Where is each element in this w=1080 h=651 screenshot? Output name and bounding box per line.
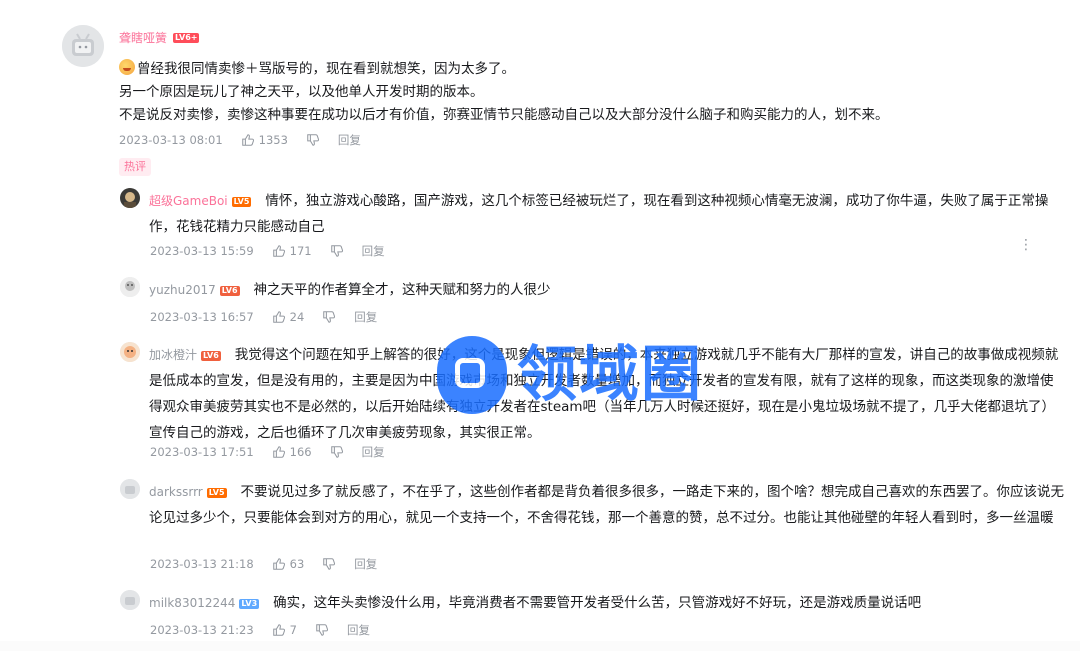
like-button[interactable]: 171	[272, 244, 312, 258]
comment-line: 另一个原因是玩儿了神之天平，以及他单人开发时期的版本。	[119, 84, 484, 100]
level-badge: LV5	[206, 488, 227, 498]
user-avatar-icon	[120, 342, 140, 362]
like-count: 24	[289, 310, 305, 324]
tv-mascot-icon	[120, 479, 140, 499]
hot-comment-tag: 热评	[119, 158, 151, 176]
reply-button[interactable]: 回复	[354, 556, 377, 572]
level-badge: LV3	[239, 599, 260, 609]
username[interactable]: 超级GameBoi	[149, 194, 228, 208]
avatar[interactable]	[120, 277, 140, 297]
username[interactable]: 聋瞎哑簧	[119, 29, 167, 46]
avatar[interactable]	[62, 25, 104, 67]
thumbs-up-icon	[272, 558, 285, 570]
reply-content: 情怀，独立游戏心酸路，国产游戏，这几个标签已经被玩烂了，现在看到这种视频心情毫无…	[149, 193, 1049, 235]
reply-button[interactable]: 回复	[354, 309, 377, 325]
thumbs-up-icon	[272, 311, 285, 323]
comment-date: 2023-03-13 08:01	[119, 133, 223, 147]
like-button[interactable]: 24	[272, 310, 305, 324]
reply-text: 加冰橙汁 LV6 我觉得这个问题在知乎上解答的很好，这个是现象但逻辑是错误的，本来独…	[149, 342, 1064, 446]
comment-date: 2023-03-13 16:57	[150, 310, 254, 324]
comment-meta: 2023-03-13 17:51 166 回复	[150, 444, 385, 460]
thumbs-up-icon	[272, 245, 285, 257]
avatar[interactable]	[120, 188, 140, 208]
level-badge: LV6+	[173, 32, 200, 43]
username[interactable]: 加冰橙汁	[149, 348, 197, 362]
dislike-button[interactable]	[315, 623, 329, 637]
dislike-button[interactable]	[330, 445, 344, 459]
thumbs-down-icon	[330, 245, 343, 257]
comment-meta: 2023-03-13 15:59 171 回复	[150, 243, 385, 259]
reply-content: 确实，这年头卖惨没什么用，毕竟消费者不需要管开发者受什么苦，只管游戏好不好玩，还…	[273, 595, 922, 611]
dislike-button[interactable]	[330, 244, 344, 258]
thumbs-down-icon	[307, 134, 319, 146]
laugh-emoji-icon	[119, 59, 135, 75]
comment-meta: 2023-03-13 08:01 1353 回复	[119, 132, 361, 148]
comment-section: 聋瞎哑簧 LV6+ 曾经我很同情卖惨＋骂版号的，现在看到就想笑，因为太多了。 另…	[0, 0, 1080, 651]
comment-date: 2023-03-13 21:18	[150, 557, 254, 571]
reply-button[interactable]: 回复	[362, 444, 385, 460]
level-badge: LV5	[231, 197, 252, 207]
like-count: 166	[289, 445, 312, 459]
thumbs-up-icon	[272, 446, 285, 458]
thumbs-down-icon	[330, 446, 343, 458]
reply-button[interactable]: 回复	[362, 243, 385, 259]
reply-text: darkssrrr LV5 不要说见过多了就反感了，不在乎了，这些创作者都是背负着很…	[149, 479, 1064, 531]
comment-meta: 2023-03-13 16:57 24 回复	[150, 309, 377, 325]
avatar[interactable]	[120, 590, 140, 610]
comment-meta: 2023-03-13 21:23 7 回复	[150, 622, 370, 638]
user-avatar-icon	[120, 188, 140, 208]
reply-text: 超级GameBoi LV5 情怀，独立游戏心酸路，国产游戏，这几个标签已经被玩烂了，…	[149, 188, 1064, 240]
comment-date: 2023-03-13 15:59	[150, 244, 254, 258]
level-badge: LV6	[201, 351, 221, 361]
tv-mascot-icon	[62, 25, 104, 67]
reply-button[interactable]: 回复	[338, 132, 361, 148]
divider	[0, 641, 1080, 651]
reply-content: 我觉得这个问题在知乎上解答的很好，这个是现象但逻辑是错误的，本来独立游戏就几乎不…	[149, 347, 1059, 441]
reply-text: yuzhu2017 LV6 神之天平的作者算全才，这种天赋和努力的人很少	[149, 277, 1064, 303]
user-avatar-icon	[120, 277, 140, 297]
reply-content: 不要说见过多了就反感了，不在乎了，这些创作者都是背负着很多很多，一路走下来的，图…	[149, 484, 1065, 526]
username[interactable]: darkssrrr	[149, 485, 203, 499]
level-badge: LV6	[219, 286, 240, 296]
thumbs-up-icon	[241, 134, 254, 146]
thumbs-down-icon	[323, 311, 336, 323]
like-count: 1353	[258, 133, 288, 147]
main-comment-user: 聋瞎哑簧 LV6+	[119, 29, 200, 46]
thumbs-down-icon	[323, 558, 336, 570]
like-count: 7	[289, 623, 297, 637]
comment-date: 2023-03-13 21:23	[150, 623, 254, 637]
tv-mascot-icon	[120, 590, 140, 610]
dislike-button[interactable]	[306, 133, 320, 147]
like-button[interactable]: 7	[272, 623, 297, 637]
thumbs-down-icon	[316, 624, 328, 636]
comment-line: 不是说反对卖惨，卖惨这种事要在成功以后才有价值，弥赛亚情节只能感动自己以及大部分…	[119, 107, 889, 123]
like-count: 63	[289, 557, 305, 571]
avatar[interactable]	[120, 342, 140, 362]
comment-line: 曾经我很同情卖惨＋骂版号的，现在看到就想笑，因为太多了。	[137, 61, 515, 77]
username[interactable]: yuzhu2017	[149, 283, 216, 297]
dislike-button[interactable]	[322, 310, 336, 324]
main-comment-text: 曾经我很同情卖惨＋骂版号的，现在看到就想笑，因为太多了。 另一个原因是玩儿了神之…	[119, 58, 959, 127]
thumbs-up-icon	[272, 624, 285, 636]
more-options-icon[interactable]: ⋮	[1019, 238, 1033, 252]
reply-button[interactable]: 回复	[347, 622, 370, 638]
like-button[interactable]: 1353	[241, 133, 288, 147]
reply-content: 神之天平的作者算全才，这种天赋和努力的人很少	[253, 282, 551, 298]
like-count: 171	[289, 244, 312, 258]
username[interactable]: milk83012244	[149, 596, 235, 610]
avatar[interactable]	[120, 479, 140, 499]
comment-meta: 2023-03-13 21:18 63 回复	[150, 556, 377, 572]
like-button[interactable]: 63	[272, 557, 305, 571]
comment-date: 2023-03-13 17:51	[150, 445, 254, 459]
dislike-button[interactable]	[322, 557, 336, 571]
like-button[interactable]: 166	[272, 445, 312, 459]
reply-text: milk83012244 LV3 确实，这年头卖惨没什么用，毕竟消费者不需要管开发者…	[149, 590, 1064, 616]
